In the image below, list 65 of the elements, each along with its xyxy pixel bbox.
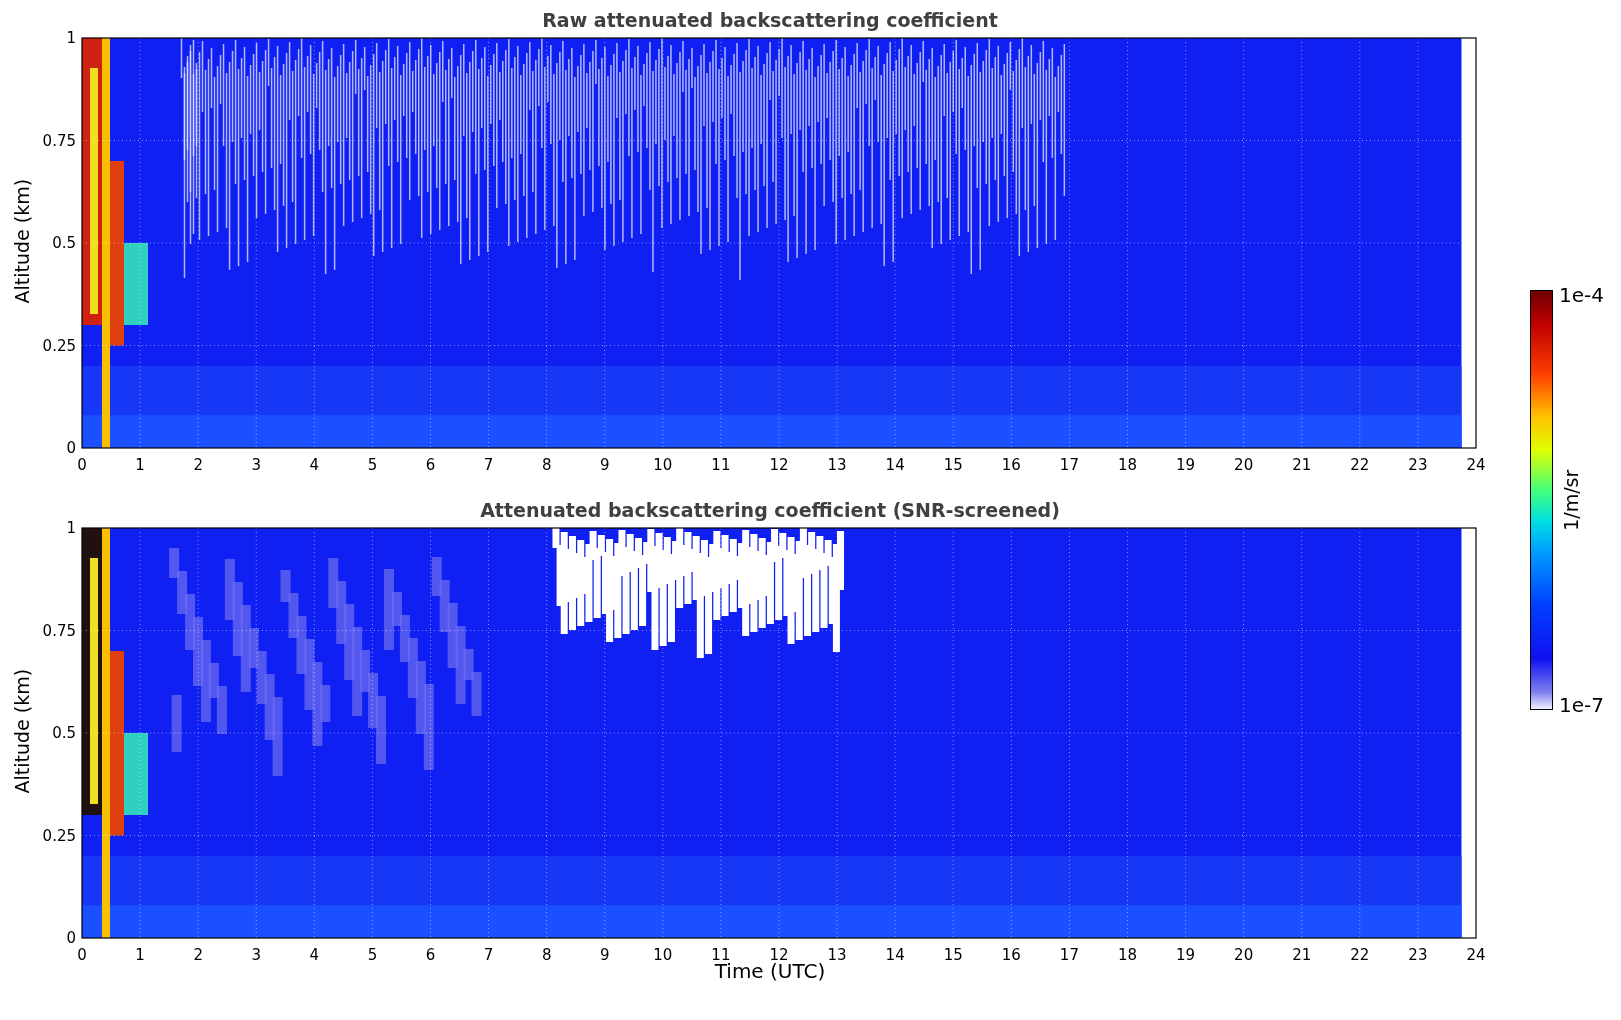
tick-label: 13 <box>827 946 847 964</box>
axis-label: Altitude (km) <box>9 178 34 304</box>
tick-label: 17 <box>1059 946 1079 964</box>
tick-label: 0.5 <box>52 234 76 252</box>
tick-label: 15 <box>943 456 963 474</box>
colorbar-label: 1e-7 <box>1559 692 1604 719</box>
tick-label: 17 <box>1059 456 1079 474</box>
tick-label: 5 <box>367 456 378 474</box>
tick-label: 23 <box>1408 946 1428 964</box>
tick-label: 0.75 <box>42 131 76 150</box>
tick-label: 2 <box>193 456 203 474</box>
tick-label: 10 <box>653 456 673 474</box>
tick-label: 24 <box>1466 456 1486 474</box>
tick-label: 3 <box>251 456 261 474</box>
tick-label: 18 <box>1117 946 1138 964</box>
tick-label: 20 <box>1234 946 1254 964</box>
tick-label: 22 <box>1350 456 1370 474</box>
tick-label: 4 <box>309 946 320 964</box>
tick-label: 13 <box>827 456 847 474</box>
tick-label: 0 <box>77 946 87 964</box>
colorbar-unit: 1/m/sr <box>1559 469 1584 531</box>
tick-label: 19 <box>1176 456 1196 474</box>
tick-label: 0.25 <box>42 336 76 355</box>
tick-label: 3 <box>251 946 261 964</box>
tick-label: 0 <box>77 456 87 474</box>
tick-label: 8 <box>541 456 552 474</box>
tick-label: 9 <box>600 456 610 474</box>
tick-label: 0 <box>66 929 76 947</box>
tick-label: 4 <box>309 456 320 474</box>
tick-label: 16 <box>1001 456 1021 474</box>
colorbar-label: 1e-4 <box>1559 282 1604 309</box>
tick-label: 2 <box>193 946 203 964</box>
tick-label: 11 <box>711 456 731 474</box>
tick-label: 0 <box>66 439 76 457</box>
tick-label: 12 <box>769 456 789 474</box>
tick-label: 22 <box>1350 946 1370 964</box>
tick-label: 20 <box>1234 456 1254 474</box>
tick-label: 1 <box>66 519 76 537</box>
tick-label: 1 <box>135 456 145 474</box>
tick-label: 1 <box>66 29 76 47</box>
tick-label: 8 <box>541 946 552 964</box>
tick-label: 21 <box>1292 946 1312 964</box>
chart-title: Attenuated backscattering coefficient (SNR-screened) <box>479 498 1061 523</box>
tick-label: 0.75 <box>42 621 76 640</box>
tick-label: 7 <box>483 456 494 474</box>
tick-label: 21 <box>1292 456 1312 474</box>
tick-label: 14 <box>885 456 905 474</box>
tick-label: 0.5 <box>52 724 76 742</box>
tick-label: 10 <box>653 946 673 964</box>
tick-label: 9 <box>600 946 610 964</box>
tick-label: 1 <box>135 946 145 964</box>
tick-label: 18 <box>1117 456 1138 474</box>
tick-label: 6 <box>425 946 436 964</box>
tick-label: 15 <box>943 946 963 964</box>
tick-label: 16 <box>1001 946 1021 964</box>
tick-label: 0.25 <box>42 826 76 845</box>
tick-label: 7 <box>483 946 494 964</box>
axis-label: Altitude (km) <box>9 668 34 794</box>
tick-label: 6 <box>425 456 436 474</box>
chart-title: Raw attenuated backscattering coefficient <box>541 8 999 33</box>
tick-label: 19 <box>1176 946 1196 964</box>
tick-label: 23 <box>1408 456 1428 474</box>
tick-label: 14 <box>885 946 905 964</box>
tick-label: 24 <box>1466 946 1486 964</box>
tick-label: 5 <box>367 946 378 964</box>
